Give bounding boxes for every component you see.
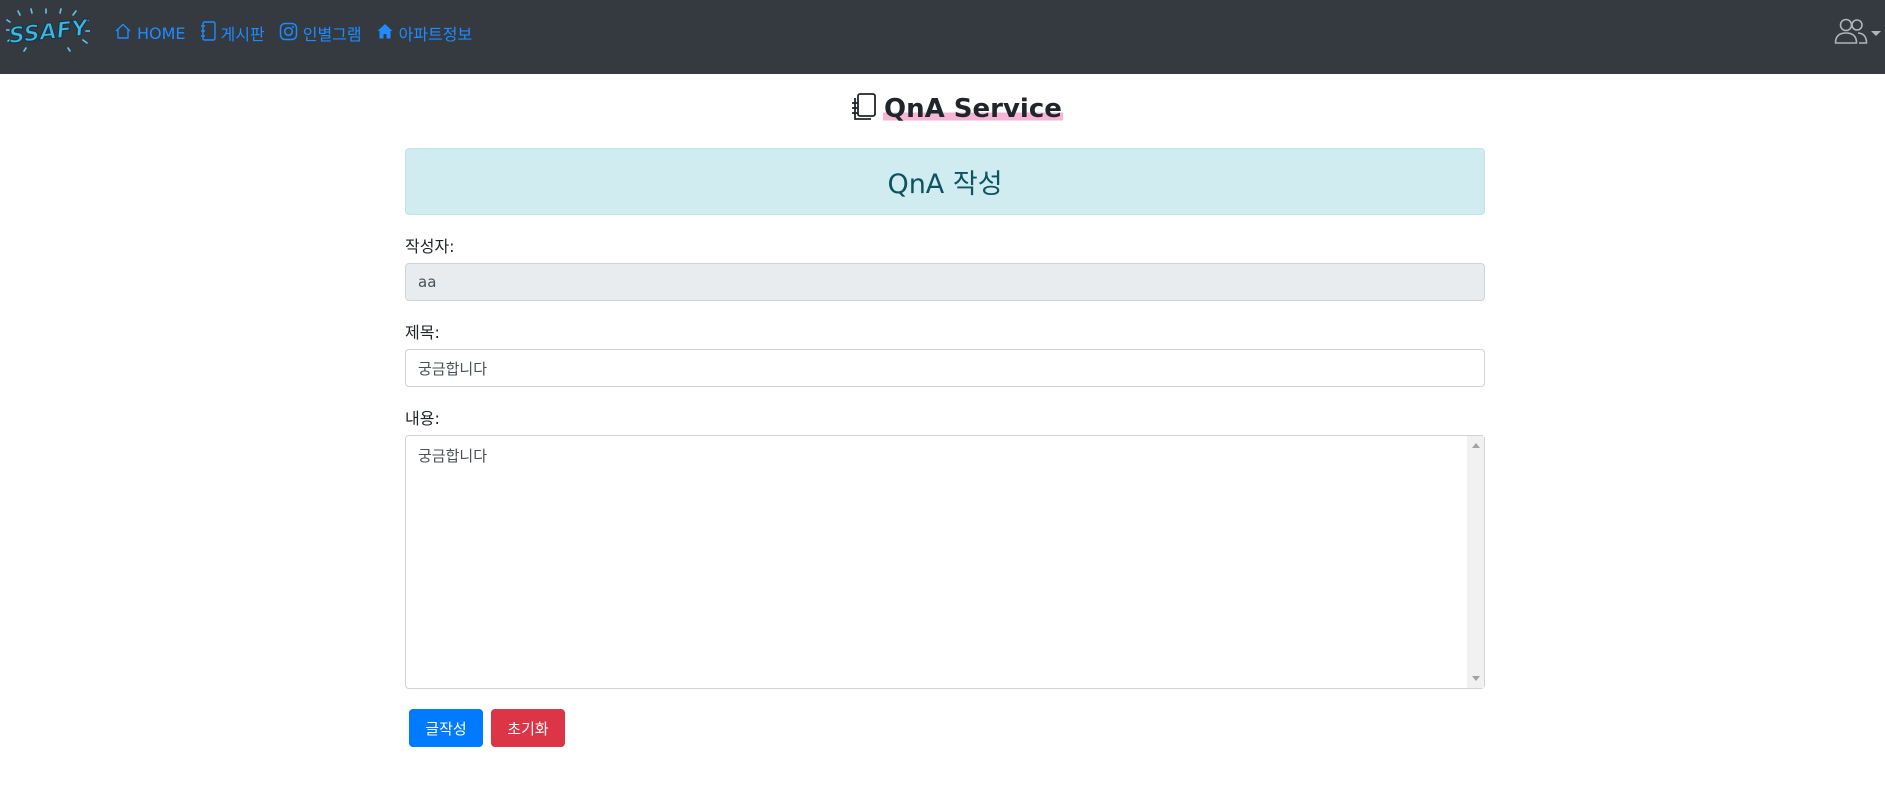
- writer-input[interactable]: aa: [405, 263, 1485, 301]
- instagram-icon: [279, 22, 303, 45]
- subject-input[interactable]: 궁금합니다: [405, 349, 1485, 387]
- nav-link-label: 게시판: [220, 25, 265, 44]
- nav-link-home[interactable]: HOME: [114, 22, 186, 44]
- notebook-icon: [200, 21, 221, 45]
- people-icon: [1834, 17, 1868, 49]
- chevron-down-icon: [1871, 30, 1881, 36]
- content-label: 내용:: [405, 409, 440, 428]
- house-icon: [114, 22, 137, 44]
- subject-input-value: 궁금합니다: [418, 359, 488, 378]
- form-header-text: QnA 작성: [887, 169, 1003, 200]
- nav-link-label: 아파트정보: [398, 25, 473, 44]
- form-header-alert: QnA 작성: [405, 148, 1485, 215]
- writer-input-value: aa: [418, 273, 437, 291]
- content-textarea-value: 궁금합니다: [418, 447, 488, 465]
- top-navbar: SSAFY HOME 게시판 인별그램 아파트정보: [0, 0, 1885, 74]
- writer-label: 작성자:: [405, 237, 455, 256]
- logo-text: SSAFY: [8, 16, 90, 49]
- textarea-scrollbar[interactable]: [1467, 436, 1484, 688]
- nav-link-label: HOME: [137, 23, 186, 43]
- scroll-up-arrow-icon[interactable]: [1472, 443, 1480, 448]
- page-title-text: QnA Service: [883, 94, 1063, 124]
- nav-link-apartment[interactable]: 아파트정보: [376, 21, 473, 45]
- reset-button[interactable]: 초기화: [491, 709, 565, 747]
- journals-icon: [850, 92, 878, 126]
- nav-links: HOME 게시판 인별그램 아파트정보: [114, 21, 486, 45]
- submit-button[interactable]: 글작성: [409, 709, 483, 747]
- subject-label: 제목:: [405, 323, 440, 342]
- nav-link-instagram[interactable]: 인별그램: [279, 21, 362, 45]
- content-textarea[interactable]: 궁금합니다: [405, 435, 1485, 689]
- ssafy-logo[interactable]: SSAFY: [5, 8, 91, 52]
- user-dropdown[interactable]: [1834, 18, 1881, 48]
- house-fill-icon: [376, 22, 399, 44]
- nav-link-board[interactable]: 게시판: [200, 21, 265, 45]
- scroll-down-arrow-icon[interactable]: [1472, 676, 1480, 681]
- nav-link-label: 인별그램: [302, 25, 362, 44]
- page-title: QnA Service: [850, 92, 1063, 126]
